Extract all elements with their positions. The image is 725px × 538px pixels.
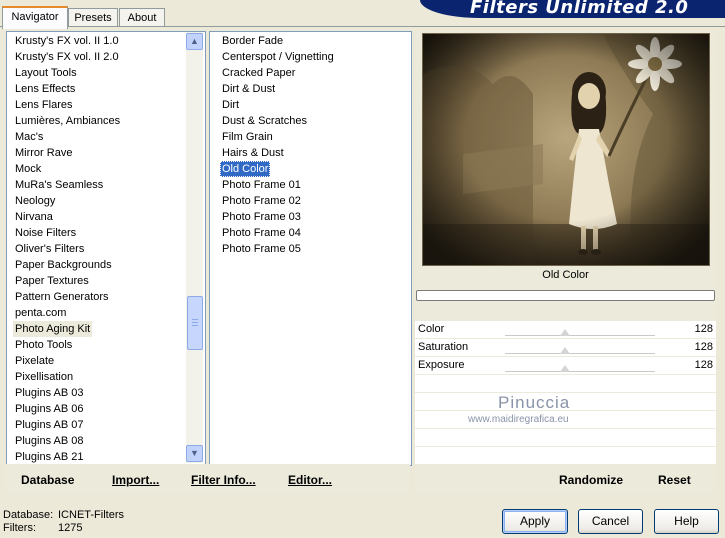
category-item[interactable]: Paper Backgrounds — [13, 257, 114, 273]
progress-bar — [416, 290, 715, 301]
randomize-link[interactable]: Randomize — [559, 473, 623, 487]
category-item[interactable]: Oliver's Filters — [13, 241, 86, 257]
category-item[interactable]: Nirvana — [13, 209, 55, 225]
filter-item[interactable]: Hairs & Dust — [220, 145, 286, 161]
preview-image — [422, 33, 710, 266]
category-item[interactable]: Lumières, Ambiances — [13, 113, 122, 129]
watermark-url: www.maidiregrafica.eu — [468, 414, 569, 425]
category-item[interactable]: Photo Aging Kit — [13, 321, 93, 337]
slider-value: 128 — [694, 323, 713, 335]
filter-item[interactable]: Photo Frame 01 — [220, 177, 303, 193]
slider-value: 128 — [694, 341, 713, 353]
slider-track — [505, 371, 655, 372]
filter-item[interactable]: Photo Frame 03 — [220, 209, 303, 225]
watermark-name: Pinuccia — [498, 393, 571, 412]
category-item[interactable]: Krusty's FX vol. II 2.0 — [13, 49, 121, 65]
category-item[interactable]: Plugins AB 06 — [13, 401, 86, 417]
category-item[interactable]: Pattern Generators — [13, 289, 111, 305]
import-link[interactable]: Import... — [112, 473, 159, 487]
category-item[interactable]: Layout Tools — [13, 65, 79, 81]
apply-button[interactable]: Apply — [502, 509, 568, 534]
chevron-up-icon: ▲ — [190, 36, 199, 46]
editor-link[interactable]: Editor... — [288, 473, 332, 487]
grip-line — [192, 319, 198, 320]
filter-item[interactable]: Photo Frame 04 — [220, 225, 303, 241]
filter-item[interactable]: Old Color — [220, 161, 271, 177]
slider-color[interactable]: Color 128 — [415, 321, 716, 338]
empty-slider-row — [415, 447, 716, 464]
filter-item[interactable]: Centerspot / Vignetting — [220, 49, 336, 65]
filter-info-link[interactable]: Filter Info... — [191, 473, 256, 487]
cancel-button[interactable]: Cancel — [578, 509, 643, 534]
grip-line — [192, 325, 198, 326]
filters-count-value: 1275 — [58, 522, 83, 534]
scroll-thumb[interactable] — [187, 296, 203, 350]
category-item[interactable]: Plugins AB 07 — [13, 417, 86, 433]
category-item[interactable]: Mac's — [13, 129, 45, 145]
filters-count-label: Filters: — [3, 522, 36, 534]
filter-item[interactable]: Dust & Scratches — [220, 113, 309, 129]
preview-photo — [423, 34, 709, 265]
category-item[interactable]: Pixelate — [13, 353, 56, 369]
database-link[interactable]: Database — [21, 473, 74, 487]
tab-strip-divider — [0, 26, 725, 27]
empty-slider-row — [415, 375, 716, 392]
scroll-up-button[interactable]: ▲ — [186, 33, 203, 50]
app-title: Filters Unlimited 2.0 — [470, 0, 689, 18]
category-item[interactable]: Mirror Rave — [13, 145, 74, 161]
slider-thumb[interactable] — [560, 365, 570, 372]
category-item[interactable]: Krusty's FX vol. II 1.0 — [13, 33, 121, 49]
filter-item[interactable]: Border Fade — [220, 33, 285, 49]
database-status-label: Database: — [3, 509, 54, 521]
category-item[interactable]: Plugins AB 21 — [13, 449, 86, 465]
category-item[interactable]: Lens Flares — [13, 97, 74, 113]
category-list[interactable]: Krusty's FX vol. II 1.0 Krusty's FX vol. … — [6, 31, 206, 466]
chevron-down-icon: ▼ — [190, 448, 199, 458]
slider-track — [505, 335, 655, 336]
category-item[interactable]: Paper Textures — [13, 273, 91, 289]
database-status-value: ICNET-Filters — [58, 509, 124, 521]
category-item[interactable]: Lens Effects — [13, 81, 77, 97]
filter-item[interactable]: Dirt — [220, 97, 241, 113]
category-item[interactable]: Plugins AB 08 — [13, 433, 86, 449]
reset-link[interactable]: Reset — [658, 473, 691, 487]
filter-item[interactable]: Photo Frame 02 — [220, 193, 303, 209]
category-item[interactable]: Plugins AB 03 — [13, 385, 86, 401]
filter-item[interactable]: Cracked Paper — [220, 65, 297, 81]
slider-track — [505, 353, 655, 354]
slider-label: Saturation — [418, 341, 469, 353]
category-item[interactable]: Pixellisation — [13, 369, 75, 385]
slider-label: Exposure — [418, 359, 465, 371]
slider-value: 128 — [694, 359, 713, 371]
category-item[interactable]: Noise Filters — [13, 225, 78, 241]
category-item[interactable]: penta.com — [13, 305, 68, 321]
filter-name-label: Old Color — [542, 269, 589, 281]
category-item[interactable]: Mock — [13, 161, 43, 177]
slider-exposure[interactable]: Exposure 128 — [415, 357, 716, 374]
category-scrollbar[interactable]: ▲ ▼ — [186, 32, 203, 463]
filter-item[interactable]: Film Grain — [220, 129, 275, 145]
slider-saturation[interactable]: Saturation 128 — [415, 339, 716, 356]
help-button[interactable]: Help — [654, 509, 719, 534]
grip-line — [192, 322, 198, 323]
filter-item[interactable]: Dirt & Dust — [220, 81, 277, 97]
tab-presets[interactable]: Presets — [68, 8, 118, 27]
filter-list[interactable]: Border Fade Centerspot / Vignetting Cracke… — [209, 31, 412, 466]
category-item[interactable]: Neology — [13, 193, 57, 209]
scroll-down-button[interactable]: ▼ — [186, 445, 203, 462]
category-item[interactable]: Photo Tools — [13, 337, 74, 353]
slider-thumb[interactable] — [560, 329, 570, 336]
category-item[interactable]: MuRa's Seamless — [13, 177, 105, 193]
empty-slider-row — [415, 429, 716, 446]
slider-thumb[interactable] — [560, 347, 570, 354]
tab-navigator[interactable]: Navigator — [2, 6, 68, 29]
filter-item[interactable]: Photo Frame 05 — [220, 241, 303, 257]
tab-about[interactable]: About — [119, 8, 165, 27]
slider-label: Color — [418, 323, 445, 335]
